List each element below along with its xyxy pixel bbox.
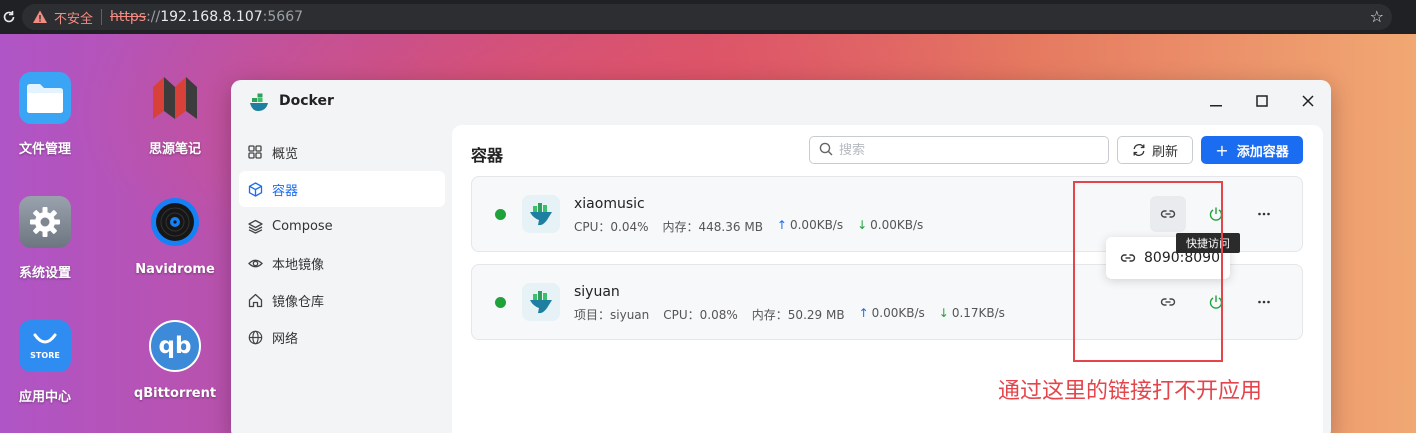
search-icon: [819, 141, 833, 160]
download-rate: 0.00KB/s: [870, 218, 924, 232]
desktop-icon-settings[interactable]: 系统设置: [0, 196, 100, 281]
search-input[interactable]: [839, 142, 1089, 158]
layers-icon: [247, 218, 263, 234]
sidebar-item-label: 网络: [272, 331, 299, 347]
sidebar: 概览 容器 Compose 本地镜像 镜像仓库 网络: [239, 134, 445, 356]
browser-toolbar: 不安全 https :// 192.168.8.107 :5667 ☆: [0, 0, 1416, 34]
container-name: siyuan: [574, 284, 620, 300]
refresh-label: 刷新: [1151, 144, 1178, 160]
sidebar-item-label: 本地镜像: [272, 257, 325, 273]
url-port: :5667: [262, 9, 304, 25]
upload-rate: 0.00KB/s: [789, 218, 844, 232]
annotation-highlight-box: [1073, 181, 1223, 362]
desktop-icon-label: Navidrome: [135, 262, 215, 277]
minimize-button[interactable]: [1205, 90, 1227, 112]
qbittorrent-badge-text: qb: [158, 333, 192, 359]
sidebar-item-network[interactable]: 网络: [239, 319, 445, 355]
desktop-icon-qbittorrent[interactable]: qb qBittorrent: [120, 320, 230, 401]
sidebar-item-label: 概览: [272, 146, 299, 162]
maximize-button[interactable]: [1251, 90, 1273, 112]
desktop-icon-navidrome[interactable]: Navidrome: [120, 196, 230, 277]
close-button[interactable]: [1297, 90, 1319, 112]
window-title: Docker: [279, 93, 334, 109]
annotation-text: 通过这里的链接打不开应用: [998, 379, 1263, 404]
add-container-button[interactable]: + 添加容器: [1201, 136, 1303, 164]
address-bar[interactable]: 不安全 https :// 192.168.8.107 :5667 ☆: [22, 4, 1392, 30]
container-stats: CPU：0.04% 内存：448.36 MB ↑ 0.00KB/s ↓ 0.00…: [574, 218, 937, 235]
sidebar-item-compose[interactable]: Compose: [239, 208, 445, 244]
gear-icon: [19, 196, 71, 248]
bookmark-star-icon[interactable]: ☆: [1370, 7, 1384, 26]
cube-icon: [247, 181, 263, 197]
container-image-icon: [522, 195, 560, 233]
container-name: xiaomusic: [574, 196, 645, 212]
status-running-dot: [495, 297, 506, 308]
sidebar-item-registry[interactable]: 镜像仓库: [239, 282, 445, 318]
eye-icon: [247, 255, 263, 271]
sidebar-item-overview[interactable]: 概览: [239, 134, 445, 170]
desktop-icon-label: qBittorrent: [133, 386, 217, 401]
cpu-usage: CPU：0.08%: [663, 308, 738, 322]
sidebar-item-containers[interactable]: 容器: [239, 171, 445, 207]
download-rate: 0.17KB/s: [951, 306, 1005, 320]
refresh-button[interactable]: 刷新: [1117, 136, 1193, 164]
omnibox-divider: [101, 9, 103, 25]
folder-icon: [19, 72, 71, 124]
desktop-icon-file-manager[interactable]: 文件管理: [0, 72, 100, 157]
store-icon: STORE: [19, 320, 71, 372]
warning-icon[interactable]: [32, 9, 48, 25]
upload-rate: 0.00KB/s: [871, 306, 925, 320]
container-stats: 项目：siyuan CPU：0.08% 内存：50.29 MB ↑ 0.00KB…: [574, 306, 1019, 323]
search-box[interactable]: [809, 136, 1109, 164]
desktop-icon-label: 文件管理: [18, 142, 71, 157]
download-arrow-icon: ↓: [938, 306, 949, 320]
more-options-button[interactable]: [1246, 196, 1282, 232]
container-image-icon: [522, 283, 560, 321]
refresh-icon: [1132, 143, 1146, 157]
insecure-label: 不安全: [54, 11, 94, 27]
more-icon: [1258, 300, 1270, 304]
house-icon: [247, 292, 263, 308]
sidebar-item-label: 镜像仓库: [272, 294, 325, 310]
globe-icon: [247, 329, 263, 345]
url-scheme: https: [110, 9, 147, 25]
page-title: 容器: [471, 146, 504, 165]
upload-arrow-icon: ↑: [776, 218, 787, 232]
cpu-usage: CPU：0.04%: [574, 220, 649, 234]
reload-icon[interactable]: [0, 0, 18, 34]
sidebar-item-local-images[interactable]: 本地镜像: [239, 245, 445, 281]
desktop-icon-label: 系统设置: [18, 266, 71, 281]
memory-usage: 内存：448.36 MB: [662, 220, 763, 234]
desktop-icon-app-center[interactable]: STORE 应用中心: [0, 320, 100, 405]
vinyl-icon: [149, 196, 201, 248]
project-name: 项目：siyuan: [574, 308, 650, 322]
url-host: 192.168.8.107: [160, 9, 263, 25]
desktop-icon-label: 思源笔记: [148, 142, 201, 157]
upload-arrow-icon: ↑: [858, 306, 869, 320]
siyuan-icon: [149, 72, 201, 124]
download-arrow-icon: ↓: [857, 218, 868, 232]
plus-icon: +: [1215, 140, 1229, 160]
desktop-icon-siyuan[interactable]: 思源笔记: [120, 72, 230, 157]
memory-usage: 内存：50.29 MB: [751, 308, 845, 322]
sidebar-item-label: Compose: [272, 218, 333, 234]
status-running-dot: [495, 209, 506, 220]
grid-icon: [247, 144, 263, 160]
more-icon: [1258, 212, 1270, 216]
docker-logo-icon: [249, 92, 269, 112]
qbittorrent-icon: qb: [149, 320, 201, 372]
sidebar-item-label: 容器: [272, 183, 299, 199]
more-options-button[interactable]: [1246, 284, 1282, 320]
url-separator: ://: [146, 9, 161, 25]
desktop-icon-label: 应用中心: [18, 390, 71, 405]
add-container-label: 添加容器: [1236, 144, 1289, 160]
store-badge-text: STORE: [30, 350, 60, 360]
